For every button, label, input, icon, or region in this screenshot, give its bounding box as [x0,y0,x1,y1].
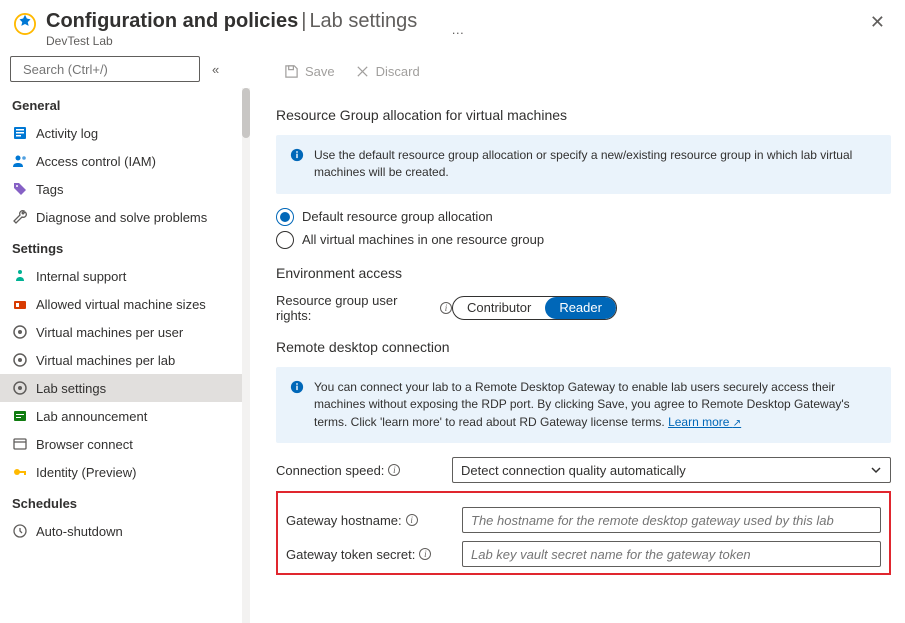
rg-info-box: Use the default resource group allocatio… [276,135,891,194]
nav-label: Virtual machines per user [36,325,183,340]
nav-label: Lab settings [36,381,106,396]
sizes-icon [12,296,28,312]
sidebar-item-identity[interactable]: Identity (Preview) [0,458,242,486]
rdp-info-text: You can connect your lab to a Remote Des… [314,379,877,431]
nav-label: Internal support [36,269,126,284]
info-icon[interactable]: i [419,548,431,560]
sidebar-item-allowed-vm-sizes[interactable]: Allowed virtual machine sizes [0,290,242,318]
close-button[interactable]: ✕ [864,10,891,35]
sidebar-item-diagnose[interactable]: Diagnose and solve problems [0,203,242,231]
sidebar-item-internal-support[interactable]: Internal support [0,262,242,290]
toggle-contributor[interactable]: Contributor [453,297,545,319]
radio-single-rg[interactable]: All virtual machines in one resource gro… [276,231,891,249]
info-icon [290,380,304,394]
gear-icon [12,352,28,368]
nav-label: Browser connect [36,437,133,452]
sidebar-item-lab-settings[interactable]: Lab settings [0,374,242,402]
toggle-reader[interactable]: Reader [545,297,616,319]
gw-secret-input[interactable] [462,541,881,567]
section-env-access: Environment access [276,265,891,281]
page-subtitle: DevTest Lab [46,34,417,48]
nav-label: Auto-shutdown [36,524,123,539]
env-rights-label: Resource group user rights: [276,293,436,323]
discard-label: Discard [376,64,420,79]
info-icon[interactable]: i [440,302,452,314]
browser-icon [12,436,28,452]
nav-label: Allowed virtual machine sizes [36,297,206,312]
chevron-down-icon [870,464,882,476]
search-box[interactable] [10,56,200,82]
discard-icon [355,64,370,79]
collapse-sidebar-button[interactable]: « [208,58,223,81]
sidebar: « General Activity log Access control (I… [0,56,250,623]
sidebar-item-auto-shutdown[interactable]: Auto-shutdown [0,517,242,545]
toolbar: Save Discard [276,56,891,91]
nav-label: Virtual machines per lab [36,353,175,368]
page-title: Configuration and policies|Lab settings [46,10,417,33]
group-schedules: Schedules [0,486,242,517]
info-icon [290,148,304,162]
clock-icon [12,523,28,539]
save-label: Save [305,64,335,79]
section-resource-group: Resource Group allocation for virtual ma… [276,107,891,123]
key-icon [12,464,28,480]
wrench-icon [12,209,28,225]
save-icon [284,64,299,79]
nav-label: Lab announcement [36,409,147,424]
gear-icon [12,380,28,396]
nav-label: Tags [36,182,63,197]
radio-default-rg[interactable]: Default resource group allocation [276,208,891,226]
radio-icon [276,231,294,249]
rights-toggle[interactable]: Contributor Reader [452,296,617,320]
search-input[interactable] [23,62,199,77]
group-general: General [0,88,242,119]
section-rdp: Remote desktop connection [276,339,891,355]
info-icon[interactable]: i [406,514,418,526]
nav-label: Diagnose and solve problems [36,210,207,225]
people-icon [12,153,28,169]
gateway-highlight: Gateway hostname: i Gateway token secret… [276,491,891,575]
main-content: Save Discard Resource Group allocation f… [250,56,905,623]
gw-secret-label: Gateway token secret: [286,547,415,562]
sidebar-item-vm-per-user[interactable]: Virtual machines per user [0,318,242,346]
sidebar-item-access-control[interactable]: Access control (IAM) [0,147,242,175]
radio-icon [276,208,294,226]
save-button[interactable]: Save [276,60,343,83]
learn-more-link[interactable]: Learn more ↗ [668,415,741,429]
nav-label: Identity (Preview) [36,465,136,480]
gear-icon [12,324,28,340]
external-link-icon: ↗ [733,418,741,429]
discard-button[interactable]: Discard [347,60,428,83]
conn-speed-label: Connection speed: [276,463,384,478]
sidebar-item-vm-per-lab[interactable]: Virtual machines per lab [0,346,242,374]
devtest-lab-icon [14,13,36,35]
sidebar-scrollbar[interactable] [242,88,250,623]
sidebar-item-browser-connect[interactable]: Browser connect [0,430,242,458]
log-icon [12,125,28,141]
gw-host-label: Gateway hostname: [286,513,402,528]
sidebar-item-tags[interactable]: Tags [0,175,242,203]
nav-label: Activity log [36,126,98,141]
more-actions-button[interactable]: … [451,22,465,37]
rg-info-text: Use the default resource group allocatio… [314,147,877,182]
gw-host-input[interactable] [462,507,881,533]
tag-icon [12,181,28,197]
group-settings: Settings [0,231,242,262]
conn-speed-dropdown[interactable]: Detect connection quality automatically [452,457,891,483]
info-icon[interactable]: i [388,464,400,476]
announcement-icon [12,408,28,424]
rdp-info-box: You can connect your lab to a Remote Des… [276,367,891,443]
radio-label: Default resource group allocation [302,209,493,224]
sidebar-item-lab-announcement[interactable]: Lab announcement [0,402,242,430]
dropdown-value: Detect connection quality automatically [461,463,686,478]
nav-label: Access control (IAM) [36,154,156,169]
sidebar-item-activity-log[interactable]: Activity log [0,119,242,147]
header: Configuration and policies|Lab settings … [0,0,905,56]
support-icon [12,268,28,284]
radio-label: All virtual machines in one resource gro… [302,232,544,247]
